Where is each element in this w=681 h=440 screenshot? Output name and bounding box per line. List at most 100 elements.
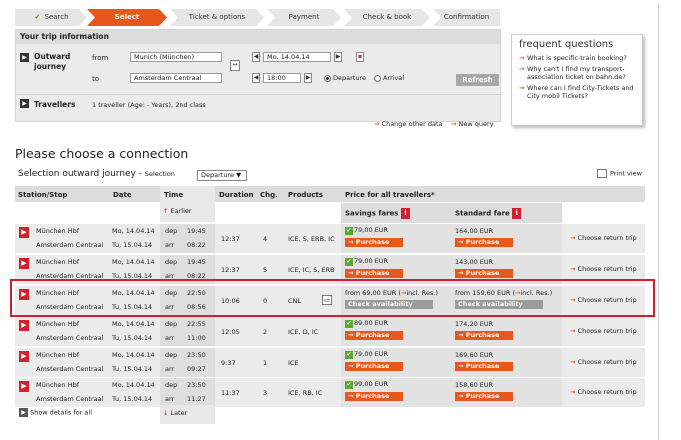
swap-stations-button[interactable]: ↔ [230, 60, 240, 71]
purchase-button[interactable]: → Purchase [455, 238, 513, 247]
products: ICE, IC, S, ERB [288, 266, 335, 274]
purchase-button[interactable]: → Purchase [345, 392, 403, 401]
button-label: Purchase [355, 362, 390, 370]
standard-fare: 169,60 EUR [455, 351, 494, 359]
link-label: Change other data [381, 120, 443, 128]
link-label: Choose return trip [577, 388, 637, 396]
faq-item[interactable]: → What is specific-train booking? [519, 54, 635, 63]
show-details-toggle[interactable]: ▶ Show details for all [19, 408, 92, 417]
button-label: Purchase [355, 238, 390, 246]
arrow-icon: → [458, 362, 464, 370]
arrow-icon: → [348, 362, 354, 370]
arrow-icon: → [458, 392, 464, 400]
products: ICE, RB, IC [288, 389, 323, 397]
date-arr: Tu, 15.04.14 [112, 365, 153, 373]
time-prev-button[interactable]: ◀ [252, 73, 260, 83]
station-from: München Hbf [36, 320, 80, 328]
savings-price: 89,00 EUR [354, 319, 389, 327]
connection-row[interactable]: ▶ München Hbf Amsterdam Centraal Mo, 14.04.… [15, 348, 645, 377]
button-label: Purchase [465, 392, 500, 400]
dep-label: dep [165, 258, 178, 266]
choose-return-trip-link[interactable]: → Choose return trip [570, 388, 637, 396]
info-icon[interactable]: i [400, 208, 410, 219]
time-next-button[interactable]: ▶ [304, 73, 312, 83]
faq-item-label: What is specific-train booking? [527, 54, 627, 62]
print-label: Print view [610, 169, 642, 178]
refresh-button[interactable]: Refresh [456, 74, 499, 86]
calendar-icon[interactable]: ▪ [356, 52, 364, 62]
time-arr: 09:27 [187, 365, 206, 373]
info-icon[interactable]: i [512, 208, 522, 219]
arrow-icon: → [458, 238, 464, 246]
choose-return-trip-link[interactable]: → Choose return trip [570, 358, 637, 366]
available-check-icon: ✔ [345, 227, 353, 235]
connection-row[interactable]: ▶ München Hbf Amsterdam Centraal Mo, 14.04.… [15, 224, 645, 253]
purchase-button[interactable]: → Purchase [345, 362, 403, 371]
choose-return-trip-link[interactable]: → Choose return trip [570, 234, 637, 242]
expand-arrow-icon[interactable]: ▶ [19, 351, 29, 362]
date-input[interactable]: Mo, 14.04.14 [263, 52, 331, 62]
new-query-link[interactable]: → New query [451, 120, 494, 128]
arrow-icon: → [458, 331, 464, 339]
savings-price: 79,00 EUR [354, 226, 389, 234]
step-search[interactable]: ✔ Search [15, 9, 87, 26]
step-check-book: Check & book [344, 9, 430, 26]
step-label: Check & book [362, 13, 412, 21]
selection-dropdown[interactable]: Departure ▼ [197, 170, 247, 181]
expand-arrow-icon[interactable]: ▶ [19, 320, 29, 331]
print-view-link[interactable]: Print view [597, 169, 642, 178]
purchase-button[interactable]: → Purchase [455, 269, 513, 278]
from-input[interactable]: Munich (München) [130, 52, 222, 62]
faq-item[interactable]: → Where can I find City-Tickets and City … [519, 84, 635, 101]
savings-label: Savings fares [345, 209, 399, 218]
button-label: Purchase [465, 238, 500, 246]
change-other-data-link[interactable]: → Change other data [374, 120, 443, 128]
purchase-button[interactable]: → Purchase [455, 331, 513, 340]
button-label: Purchase [465, 269, 500, 277]
choose-return-trip-link[interactable]: → Choose return trip [570, 265, 637, 273]
expand-arrow-icon[interactable]: ▶ [19, 258, 29, 269]
col-station: Station/Stop [18, 191, 68, 199]
link-label: Choose return trip [577, 265, 637, 273]
show-details-label: Show details for all [30, 408, 93, 417]
choose-return-trip-link[interactable]: → Choose return trip [570, 327, 637, 335]
date-prev-button[interactable]: ◀ [252, 52, 260, 62]
date-next-button[interactable]: ▶ [334, 52, 342, 62]
link-label: Choose return trip [577, 358, 637, 366]
purchase-button[interactable]: → Purchase [345, 331, 403, 340]
dep-label: dep [165, 381, 178, 389]
purchase-button[interactable]: → Purchase [455, 362, 513, 371]
duration: 12:37 [221, 235, 240, 243]
savings-fare: ✔ 79,00 EUR [345, 226, 388, 235]
purchase-button[interactable]: → Purchase [345, 269, 403, 278]
expand-arrow-icon[interactable]: ▶ [19, 381, 29, 392]
expand-arrow-icon[interactable]: ▶ [19, 227, 29, 238]
purchase-button[interactable]: → Purchase [345, 238, 403, 247]
connection-row[interactable]: ▶ München Hbf Amsterdam Centraal Mo, 14.04.… [15, 317, 645, 346]
later-link[interactable]: ↓ Later [163, 409, 187, 417]
selection-title: Selection outward journey - Selection [18, 169, 175, 179]
purchase-button[interactable]: → Purchase [455, 392, 513, 401]
col-time: Time [164, 191, 184, 199]
savings-fare: ✔ 99,00 EUR [345, 380, 388, 389]
collapse-triangle-icon[interactable]: ▶ [20, 99, 29, 108]
faq-item[interactable]: → Why can't I find my transport-associati… [519, 65, 635, 82]
connection-row[interactable]: ▶ München Hbf Amsterdam Centraal Mo, 14.04.… [15, 378, 645, 407]
step-label: Search [44, 13, 69, 21]
arrival-radio[interactable]: Arrival [374, 74, 404, 82]
to-input[interactable]: Amsterdam Centraal [130, 73, 222, 83]
earlier-link[interactable]: ↑ Earlier [163, 207, 192, 215]
col-price: Price for all travellers* [345, 191, 435, 199]
progress-steps: ✔ Search Select Ticket & options Payment … [15, 9, 500, 26]
station-to: Amsterdam Centraal [36, 395, 104, 403]
arrow-icon: → [348, 331, 354, 339]
changes: 3 [263, 389, 268, 397]
time-arr: 11:27 [187, 395, 206, 403]
collapse-triangle-icon[interactable]: ▶ [20, 53, 29, 62]
time-input[interactable]: 18:00 [263, 73, 301, 83]
date-dep: Mo, 14.04.14 [112, 320, 155, 328]
departure-radio[interactable]: Departure [324, 74, 366, 82]
available-check-icon: ✔ [345, 258, 353, 266]
time-dep: 23:50 [187, 381, 206, 389]
date-dep: Mo, 14.04.14 [112, 351, 155, 359]
